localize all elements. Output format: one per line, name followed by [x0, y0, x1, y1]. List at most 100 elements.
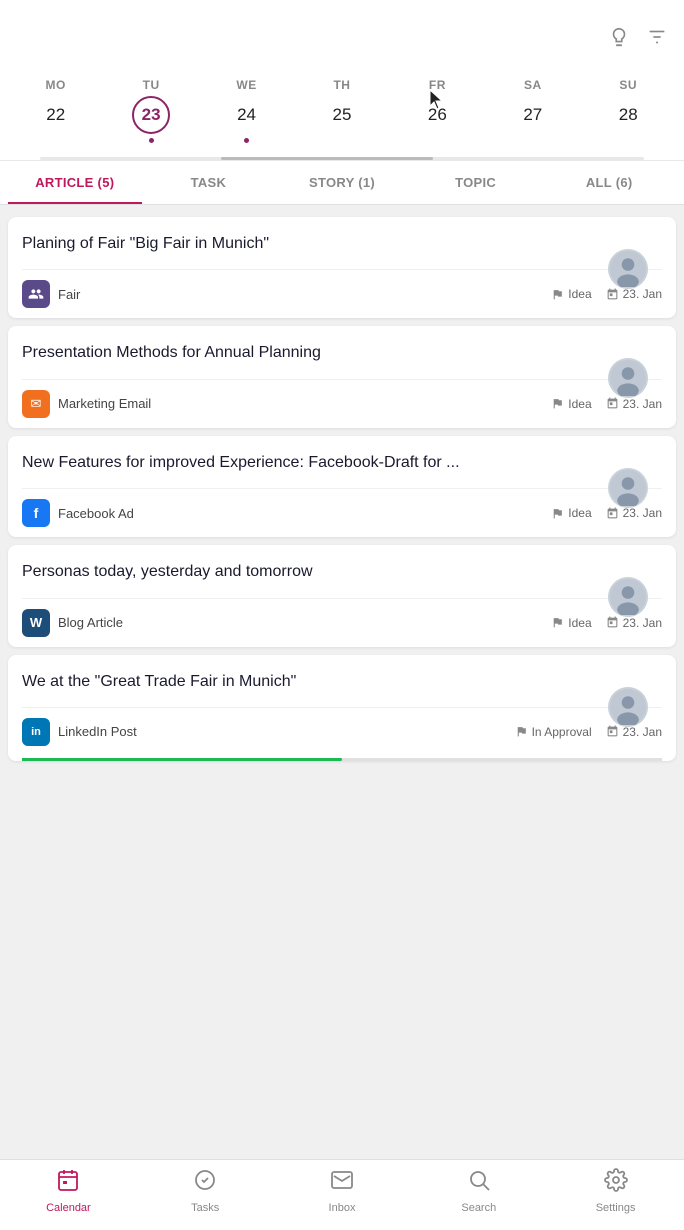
- nav-item-settings[interactable]: Settings: [547, 1168, 684, 1214]
- day-dot: [435, 138, 440, 143]
- content-list: Planing of Fair "Big Fair in Munich" Fai…: [0, 205, 684, 773]
- day-label: TH: [333, 78, 350, 92]
- day-col-22[interactable]: MO 22: [8, 78, 103, 149]
- tag-label: Fair: [58, 287, 80, 302]
- day-number: 28: [609, 96, 647, 134]
- day-dot: [244, 138, 249, 143]
- day-dot: [149, 138, 154, 143]
- card-footer: in LinkedIn Post In Approval 23. Jan: [22, 707, 662, 756]
- header: [0, 18, 684, 66]
- tab-topic[interactable]: TOPIC: [409, 161, 543, 204]
- status-badge: Idea: [551, 397, 591, 411]
- tag-label: Marketing Email: [58, 396, 151, 411]
- card-progress: [22, 758, 662, 761]
- card-tag: Fair: [22, 280, 80, 308]
- search-icon: [467, 1168, 491, 1198]
- day-col-26[interactable]: FR26: [390, 78, 485, 149]
- status-label: Idea: [568, 616, 591, 630]
- tag-label: LinkedIn Post: [58, 724, 137, 739]
- filter-icon[interactable]: [646, 26, 668, 54]
- day-col-24[interactable]: WE24: [199, 78, 294, 149]
- card-footer: f Facebook Ad Idea 23. Jan: [22, 488, 662, 537]
- status-badge: Idea: [551, 616, 591, 630]
- card-title: We at the "Great Trade Fair in Munich": [22, 671, 662, 693]
- card-title: Planing of Fair "Big Fair in Munich": [22, 233, 662, 255]
- card-meta: In Approval 23. Jan: [515, 725, 662, 739]
- card-tag: f Facebook Ad: [22, 499, 134, 527]
- status-label: In Approval: [532, 725, 592, 739]
- card-footer: W Blog Article Idea 23. Jan: [22, 598, 662, 647]
- nav-label-calendar: Calendar: [46, 1202, 91, 1214]
- calendar-scroll-indicator: [40, 157, 644, 160]
- date-badge: 23. Jan: [606, 616, 662, 630]
- calendar-days: MO 22 TU23WE24 TH 25 FR26SA27 SU 28: [0, 74, 684, 149]
- card-progress-fill: [22, 758, 342, 761]
- nav-label-inbox: Inbox: [329, 1202, 356, 1214]
- card-footer: Fair Idea 23. Jan: [22, 269, 662, 318]
- nav-item-calendar[interactable]: Calendar: [0, 1168, 137, 1214]
- content-card[interactable]: Presentation Methods for Annual Planning…: [8, 326, 676, 427]
- bottom-nav: Calendar Tasks Inbox Search Settings: [0, 1159, 684, 1230]
- day-number: 22: [37, 96, 75, 134]
- day-number: 23: [132, 96, 170, 134]
- tasks-icon: [193, 1168, 217, 1198]
- card-tag: in LinkedIn Post: [22, 718, 137, 746]
- status-badge: Idea: [551, 506, 591, 520]
- avatar: [608, 468, 648, 508]
- avatar: [608, 577, 648, 617]
- card-tag: W Blog Article: [22, 609, 123, 637]
- day-number: 26: [418, 96, 456, 134]
- tab-task[interactable]: TASK: [142, 161, 276, 204]
- nav-item-inbox[interactable]: Inbox: [274, 1168, 411, 1214]
- day-label: MO: [46, 78, 66, 92]
- tag-label: Blog Article: [58, 615, 123, 630]
- status-label: Idea: [568, 397, 591, 411]
- tabs: ARTICLE (5)TASKSTORY (1)TOPICALL (6): [0, 161, 684, 205]
- tab-story[interactable]: STORY (1): [275, 161, 409, 204]
- day-col-28[interactable]: SU 28: [581, 78, 676, 149]
- day-label: SU: [619, 78, 637, 92]
- tab-all[interactable]: ALL (6): [542, 161, 676, 204]
- avatar: [608, 687, 648, 727]
- nav-item-search[interactable]: Search: [410, 1168, 547, 1214]
- card-title: New Features for improved Experience: Fa…: [22, 452, 662, 474]
- lightbulb-icon[interactable]: [608, 26, 630, 54]
- tag-icon-wordpress: W: [22, 609, 50, 637]
- date-badge: 23. Jan: [606, 287, 662, 301]
- card-meta: Idea 23. Jan: [551, 287, 662, 301]
- day-label: WE: [236, 78, 256, 92]
- tag-icon-facebook: f: [22, 499, 50, 527]
- date-badge: 23. Jan: [606, 506, 662, 520]
- tag-label: Facebook Ad: [58, 506, 134, 521]
- content-card[interactable]: Planing of Fair "Big Fair in Munich" Fai…: [8, 217, 676, 318]
- content-card[interactable]: New Features for improved Experience: Fa…: [8, 436, 676, 537]
- content-card[interactable]: Personas today, yesterday and tomorrow W…: [8, 545, 676, 646]
- day-dot: [626, 138, 631, 143]
- calendar-icon: [56, 1168, 80, 1198]
- status-badge: In Approval: [515, 725, 592, 739]
- day-dot: [339, 138, 344, 143]
- calendar-scroll-thumb: [221, 157, 432, 160]
- day-number: 27: [514, 96, 552, 134]
- content-card[interactable]: We at the "Great Trade Fair in Munich" i…: [8, 655, 676, 761]
- status-label: Idea: [568, 287, 591, 301]
- day-dot: [530, 138, 535, 143]
- day-col-27[interactable]: SA27: [485, 78, 580, 149]
- tab-article[interactable]: ARTICLE (5): [8, 161, 142, 204]
- date-label: 23. Jan: [623, 616, 662, 630]
- card-top: Planing of Fair "Big Fair in Munich": [22, 233, 662, 255]
- date-badge: 23. Jan: [606, 397, 662, 411]
- nav-label-search: Search: [461, 1202, 496, 1214]
- day-col-25[interactable]: TH 25: [294, 78, 389, 149]
- nav-label-settings: Settings: [596, 1202, 636, 1214]
- card-meta: Idea 23. Jan: [551, 616, 662, 630]
- day-col-23[interactable]: TU23: [103, 78, 198, 149]
- card-tag: ✉ Marketing Email: [22, 390, 151, 418]
- nav-item-tasks[interactable]: Tasks: [137, 1168, 274, 1214]
- day-dot: [53, 138, 58, 143]
- card-meta: Idea 23. Jan: [551, 397, 662, 411]
- day-number: 25: [323, 96, 361, 134]
- tag-icon-marketing: ✉: [22, 390, 50, 418]
- status-label: Idea: [568, 506, 591, 520]
- card-top: New Features for improved Experience: Fa…: [22, 452, 662, 474]
